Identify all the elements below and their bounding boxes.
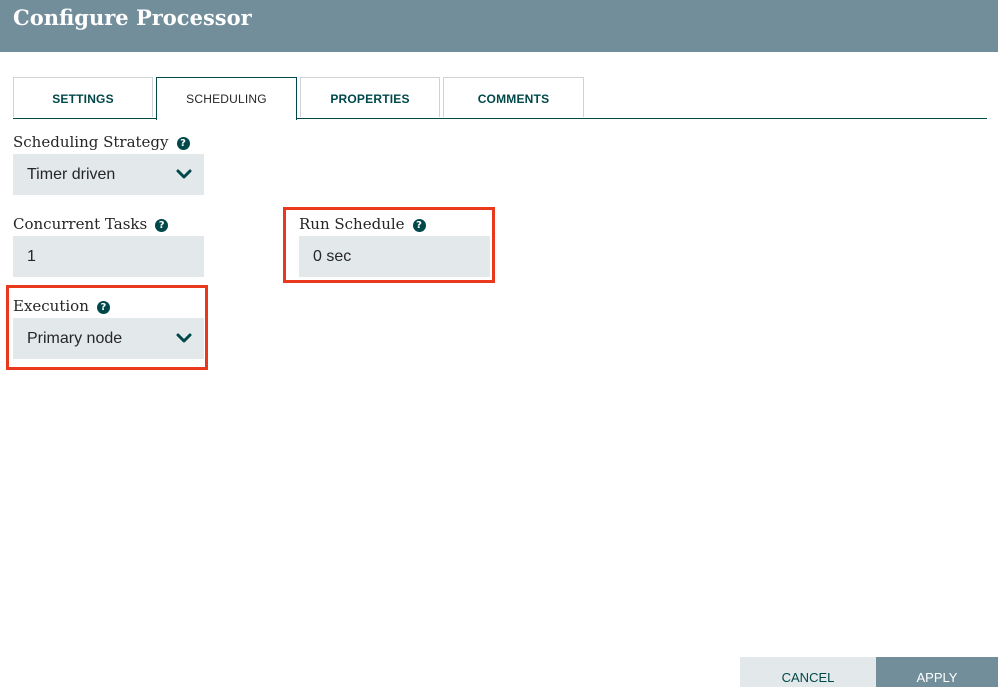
cancel-button[interactable]: CANCEL [740,657,876,687]
execution-label: Execution? [13,296,110,316]
concurrent-tasks-label-text: Concurrent Tasks [13,215,148,233]
execution-value: Primary node [27,330,123,347]
execution-label-text: Execution [13,297,89,315]
chevron-down-icon [176,169,192,179]
concurrent-tasks-input[interactable]: 1 [13,236,204,277]
tab-properties[interactable]: PROPERTIES [300,77,440,117]
tab-comments[interactable]: COMMENTS [443,77,584,117]
help-icon[interactable]: ? [155,219,169,232]
tab-settings[interactable]: SETTINGS [13,77,153,117]
run-schedule-label: Run Schedule? [299,214,426,234]
scheduling-strategy-select[interactable]: Timer driven [13,154,204,195]
execution-select[interactable]: Primary node [13,318,204,359]
help-icon[interactable]: ? [176,137,190,150]
help-icon[interactable]: ? [412,219,426,232]
concurrent-tasks-label: Concurrent Tasks? [13,214,169,234]
scheduling-strategy-label: Scheduling Strategy? [13,132,190,152]
run-schedule-input[interactable]: 0 sec [299,236,490,277]
run-schedule-label-text: Run Schedule [299,215,405,233]
tab-scheduling[interactable]: SCHEDULING [156,77,297,120]
apply-button[interactable]: APPLY [876,657,998,687]
chevron-down-icon [176,333,192,343]
scheduling-strategy-value: Timer driven [27,166,116,183]
dialog-title: Configure Processor [13,5,252,30]
help-icon[interactable]: ? [96,301,110,314]
dialog-header: Configure Processor [0,0,998,52]
scheduling-strategy-label-text: Scheduling Strategy [13,133,169,151]
